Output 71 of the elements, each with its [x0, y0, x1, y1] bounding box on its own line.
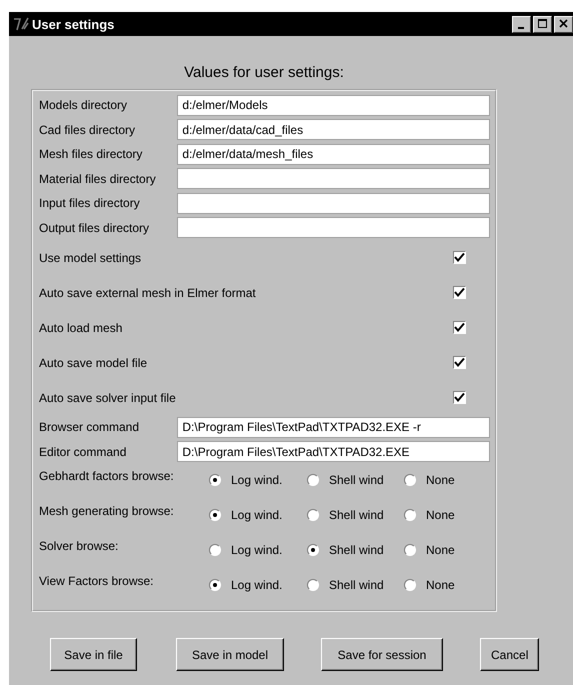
radio-label: Shell wind: [329, 508, 384, 522]
radio-button[interactable]: [307, 509, 319, 521]
field-label: Output files directory: [39, 220, 150, 235]
field-label: Editor command: [39, 444, 128, 459]
radio-button[interactable]: [404, 474, 416, 486]
dialog-button[interactable]: Save in file: [50, 638, 137, 671]
checkbox-label: Use model settings: [39, 250, 142, 264]
close-icon: [558, 19, 568, 29]
radio-label: Log wind.: [231, 543, 282, 557]
checkbox[interactable]: [453, 356, 466, 369]
radio-button[interactable]: [307, 544, 319, 556]
radio-label: Log wind.: [231, 473, 282, 487]
field-label: Cad files directory: [39, 122, 136, 137]
input-field[interactable]: [177, 168, 490, 190]
checkbox[interactable]: [453, 321, 466, 334]
input-field[interactable]: d:/elmer/data/cad_files: [177, 119, 490, 140]
close-button[interactable]: [554, 16, 573, 32]
radio-label: None: [426, 473, 455, 487]
radio-button[interactable]: [209, 509, 221, 521]
checkbox[interactable]: [453, 286, 466, 299]
minimize-button[interactable]: [512, 16, 531, 32]
radio-button[interactable]: [404, 509, 416, 521]
radio-button[interactable]: [404, 579, 416, 591]
check-icon: [454, 322, 465, 333]
input-field[interactable]: d:/elmer/data/mesh_files: [177, 144, 490, 165]
checkbox[interactable]: [453, 391, 466, 404]
check-icon: [454, 357, 465, 368]
radio-label: Log wind.: [231, 578, 282, 592]
radio-button[interactable]: [209, 579, 221, 591]
radio-label: Shell wind: [329, 578, 384, 592]
dialog-button[interactable]: Save in model: [176, 638, 284, 671]
checkbox-label: Auto load mesh: [39, 320, 124, 334]
radio-label: Log wind.: [231, 508, 282, 522]
input-field[interactable]: [177, 192, 490, 214]
input-field[interactable]: [177, 217, 490, 238]
input-field[interactable]: d:/elmer/Models: [177, 94, 490, 116]
radio-label: None: [426, 508, 455, 522]
radio-button[interactable]: [307, 474, 319, 486]
radio-button[interactable]: [404, 544, 416, 556]
field-label: Browser command: [39, 420, 140, 434]
checkbox[interactable]: [453, 251, 466, 264]
maximize-icon: [538, 19, 548, 29]
radio-group-label: Mesh generating browse:: [39, 504, 175, 518]
input-field[interactable]: D:\Program Files\TextPad\TXTPAD32.EXE -r: [177, 416, 490, 438]
radio-button[interactable]: [209, 544, 221, 556]
radio-label: None: [426, 543, 455, 557]
checkbox-label: Auto save solver input file: [39, 390, 177, 404]
input-field[interactable]: D:\Program Files\TextPad\TXTPAD32.EXE: [177, 441, 490, 462]
check-icon: [454, 392, 465, 403]
radio-button[interactable]: [307, 579, 319, 591]
checkbox-label: Auto save model file: [39, 356, 148, 370]
radio-group-label: View Factors browse:: [39, 574, 154, 588]
check-icon: [454, 287, 465, 298]
radio-group-label: Gebhardt factors browse:: [39, 469, 175, 483]
window-title: User settings: [32, 16, 116, 32]
radio-button[interactable]: [209, 474, 221, 486]
dialog-button[interactable]: Cancel: [480, 638, 539, 671]
check-icon: [454, 252, 465, 263]
radio-group-label: Solver browse:: [39, 539, 120, 553]
field-label: Mesh files directory: [39, 147, 144, 162]
checkbox-label: Auto save external mesh in Elmer format: [39, 286, 257, 300]
maximize-button[interactable]: [533, 16, 552, 32]
minimize-icon: [518, 26, 524, 28]
field-label: Material files directory: [39, 172, 157, 186]
field-label: Models directory: [39, 98, 128, 112]
dialog-heading: Values for user settings:: [183, 64, 345, 81]
dialog-button[interactable]: Save for session: [321, 638, 443, 671]
radio-label: None: [426, 578, 455, 592]
field-label: Input files directory: [39, 196, 141, 210]
radio-label: Shell wind: [329, 473, 384, 487]
radio-label: Shell wind: [329, 543, 384, 557]
